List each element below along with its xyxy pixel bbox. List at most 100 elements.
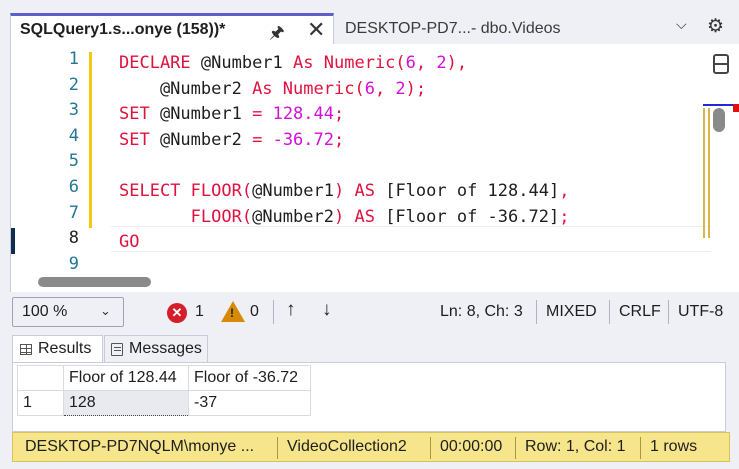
tab-messages-label: Messages bbox=[129, 340, 202, 357]
code-token: @Number2 bbox=[149, 129, 253, 150]
divider bbox=[273, 300, 274, 324]
code-line[interactable]: SELECT FLOOR(@Number1) AS [Floor of 128.… bbox=[119, 179, 569, 203]
code-token: 2 bbox=[395, 78, 406, 99]
results-grid[interactable]: Floor of 128.44 Floor of -36.72 1 128 -3… bbox=[17, 365, 311, 416]
code-token: @Number1 bbox=[252, 181, 334, 201]
current-line-highlight bbox=[111, 226, 711, 252]
code-token: SELECT bbox=[119, 181, 181, 201]
scrollbar-caret-marker bbox=[703, 104, 733, 106]
column-header[interactable]: Floor of 128.44 bbox=[63, 365, 189, 391]
tab-results[interactable]: Results bbox=[12, 335, 103, 362]
code-token: FLOOR( bbox=[190, 181, 253, 201]
code-token: [Floor of 128.44] bbox=[374, 181, 560, 201]
horizontal-scrollbar[interactable] bbox=[11, 269, 701, 292]
chevron-down-icon[interactable]: ⌵ bbox=[676, 16, 687, 33]
code-token: , bbox=[559, 181, 570, 201]
row-number[interactable]: 1 bbox=[17, 390, 64, 416]
grid-cell[interactable]: -37 bbox=[188, 390, 311, 416]
tab-results-label: Results bbox=[38, 340, 92, 357]
code-token: 6 bbox=[364, 78, 375, 99]
tab-sqlquery1[interactable]: SQLQuery1.s...onye (158))* 🖈 ✕ bbox=[10, 13, 334, 44]
code-token: Numeric( bbox=[323, 53, 406, 73]
scrollbar-error-marker bbox=[733, 104, 739, 112]
arrow-up-icon[interactable]: ↑ bbox=[286, 299, 296, 321]
line-ending[interactable]: CRLF bbox=[619, 303, 661, 321]
query-editor[interactable]: 123456789 DECLARE @Number1 As Numeric(6,… bbox=[10, 44, 739, 292]
tab-messages[interactable]: Messages bbox=[104, 335, 208, 362]
tab-title: DESKTOP-PD7...- dbo.Videos bbox=[345, 19, 561, 37]
header-row: Floor of 128.44 Floor of -36.72 bbox=[17, 365, 311, 391]
code-line[interactable]: DECLARE @Number1 As Numeric(6, 2), bbox=[119, 51, 467, 75]
code-line[interactable]: SET @Number1 = 128.44; bbox=[119, 102, 344, 126]
zoom-value: 100 % bbox=[22, 303, 68, 320]
code-token: DECLARE bbox=[119, 53, 191, 73]
line-endings-mixed[interactable]: MIXED bbox=[546, 303, 597, 321]
server-connection: DESKTOP-PD7NQLM\monye ... bbox=[25, 438, 255, 455]
code-token: @Number1 bbox=[190, 53, 294, 73]
cursor-position[interactable]: Ln: 8, Ch: 3 bbox=[440, 303, 523, 321]
code-token: As bbox=[252, 78, 273, 99]
code-token: As bbox=[293, 53, 314, 73]
results-tab-strip: Results Messages bbox=[0, 332, 739, 362]
scrollbar-change-marker bbox=[703, 108, 705, 238]
divider bbox=[668, 300, 669, 324]
code-token: @Number2 bbox=[252, 206, 334, 227]
divider bbox=[536, 300, 537, 324]
encoding[interactable]: UTF-8 bbox=[678, 303, 723, 321]
code-token: = bbox=[252, 104, 263, 125]
results-pane[interactable]: Floor of 128.44 Floor of -36.72 1 128 -3… bbox=[12, 362, 726, 432]
close-icon[interactable]: ✕ bbox=[307, 17, 325, 43]
grid-icon bbox=[20, 343, 32, 355]
error-count[interactable]: 1 bbox=[195, 303, 204, 321]
code-token: GO bbox=[119, 232, 140, 253]
warning-icon-mark: ! bbox=[230, 306, 234, 320]
code-token: ; bbox=[334, 129, 345, 150]
row-count: 1 rows bbox=[650, 438, 698, 455]
error-icon[interactable]: ✕ bbox=[167, 303, 187, 323]
vertical-scrollbar-thumb[interactable] bbox=[713, 108, 725, 132]
warning-count[interactable]: 0 bbox=[250, 303, 259, 321]
tab-dbo-videos[interactable]: DESKTOP-PD7...- dbo.Videos bbox=[335, 13, 635, 44]
document-tab-strip: SQLQuery1.s...onye (158))* 🖈 ✕ DESKTOP-P… bbox=[0, 0, 739, 44]
elapsed-time: 00:00:00 bbox=[440, 438, 503, 455]
code-token: ; bbox=[334, 104, 345, 125]
divider bbox=[609, 300, 610, 324]
code-token: ; bbox=[559, 206, 570, 227]
divider bbox=[277, 437, 278, 459]
vertical-scrollbar[interactable] bbox=[701, 44, 739, 269]
code-token: AS bbox=[354, 181, 375, 201]
code-line[interactable]: @Number2 As Numeric(6, 2); bbox=[119, 77, 426, 101]
code-line[interactable]: GO bbox=[119, 230, 139, 254]
zoom-dropdown[interactable]: 100 % ⌄ bbox=[12, 297, 124, 327]
code-token: SET bbox=[119, 104, 150, 125]
row-header-corner[interactable] bbox=[17, 365, 64, 391]
code-token: ), bbox=[446, 53, 468, 73]
chevron-down-icon: ⌄ bbox=[100, 303, 111, 318]
code-line[interactable]: SET @Number2 = -36.72; bbox=[119, 128, 344, 152]
gear-icon[interactable]: ⚙ bbox=[707, 15, 724, 38]
code-area[interactable]: DECLARE @Number1 As Numeric(6, 2), @Numb… bbox=[11, 44, 711, 269]
code-token: @Number2 bbox=[119, 78, 253, 99]
cursor-row-col: Row: 1, Col: 1 bbox=[525, 438, 626, 455]
tab-title: SQLQuery1.s...onye (158))* bbox=[20, 21, 226, 38]
divider bbox=[515, 437, 516, 459]
table-row[interactable]: 1 128 -37 bbox=[17, 390, 311, 416]
code-token: ) bbox=[333, 181, 345, 201]
code-token: FLOOR( bbox=[190, 206, 253, 227]
code-token: 6 bbox=[405, 53, 416, 73]
code-line[interactable]: FLOOR(@Number2) AS [Floor of -36.72]; bbox=[119, 205, 570, 229]
scrollbar-change-marker bbox=[708, 108, 710, 238]
horizontal-scrollbar-thumb[interactable] bbox=[38, 277, 151, 287]
grid-cell[interactable]: 128 bbox=[63, 390, 189, 416]
column-header[interactable]: Floor of -36.72 bbox=[188, 365, 311, 391]
arrow-down-icon[interactable]: ↓ bbox=[322, 299, 332, 321]
code-token: @Number1 bbox=[149, 104, 253, 125]
code-token: AS bbox=[354, 206, 375, 227]
split-editor-icon[interactable] bbox=[713, 54, 729, 74]
